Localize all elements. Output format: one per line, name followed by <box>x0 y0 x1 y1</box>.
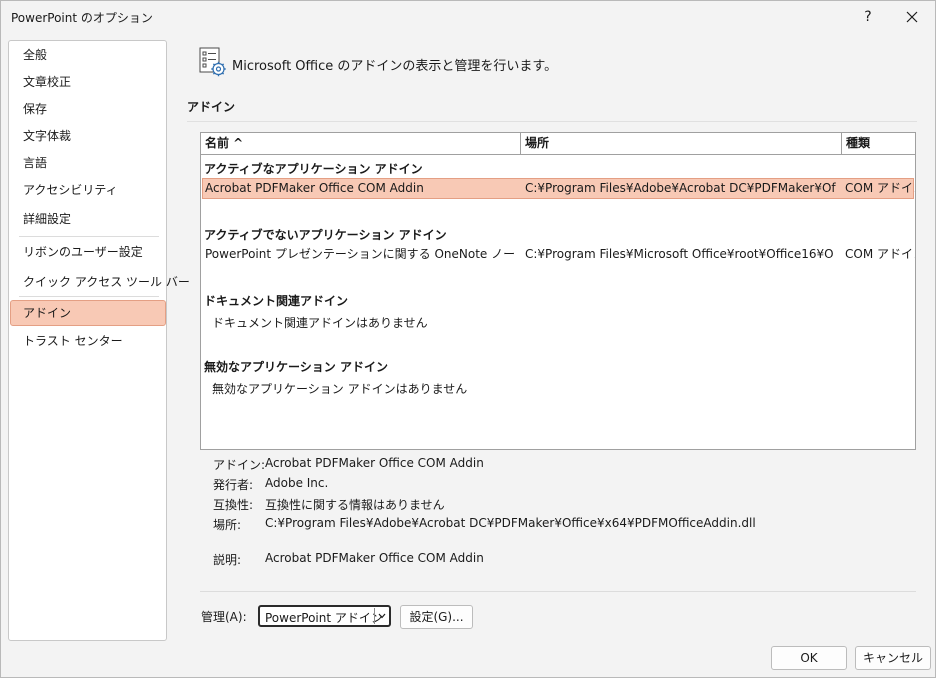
sidebar-item-label: 全般 <box>23 48 48 62</box>
cell-name: Acrobat PDFMaker Office COM Addin <box>205 181 424 195</box>
title-bar: PowerPoint のオプション ? <box>1 1 935 33</box>
manage-dropdown[interactable]: PowerPoint アドイン <box>258 605 391 627</box>
close-button[interactable] <box>890 1 934 33</box>
detail-value-description: Acrobat PDFMaker Office COM Addin <box>265 551 484 565</box>
manage-label: 管理(A): <box>201 610 247 624</box>
empty-message-document: ドキュメント関連アドインはありません <box>212 316 428 330</box>
detail-value-publisher: Adobe Inc. <box>265 476 329 490</box>
group-label-disabled: 無効なアプリケーション アドイン <box>204 360 388 374</box>
detail-value-addin: Acrobat PDFMaker Office COM Addin <box>265 456 484 470</box>
ok-button[interactable]: OK <box>771 646 847 670</box>
sidebar-item-label: 詳細設定 <box>23 212 72 226</box>
sidebar-item-save[interactable]: 保存 <box>10 96 166 122</box>
detail-label-compatibility: 互換性: <box>213 498 254 512</box>
manage-dropdown-value: PowerPoint アドイン <box>265 611 383 625</box>
addins-gear-icon <box>199 47 226 77</box>
sidebar-item-trust-center[interactable]: トラスト センター <box>10 328 166 354</box>
sidebar-item-label: クイック アクセス ツール バー <box>23 275 190 289</box>
detail-label-publisher: 発行者: <box>213 478 254 492</box>
table-row[interactable]: Acrobat PDFMaker Office COM Addin C:¥Pro… <box>202 178 915 199</box>
sidebar-item-label: 言語 <box>23 156 48 170</box>
section-title-addins: アドイン <box>187 100 236 114</box>
sidebar-item-label: リボンのユーザー設定 <box>23 245 143 259</box>
cell-location: C:¥Program Files¥Microsoft Office¥root¥O… <box>525 247 834 261</box>
cancel-button[interactable]: キャンセル <box>855 646 931 670</box>
sidebar-item-customize-ribbon[interactable]: リボンのユーザー設定 <box>10 239 166 265</box>
sidebar-item-label: アクセシビリティ <box>23 183 118 197</box>
sidebar-item-general[interactable]: 全般 <box>10 42 166 68</box>
detail-label-description: 説明: <box>213 553 242 567</box>
details-divider <box>200 591 916 592</box>
page-description: Microsoft Office のアドインの表示と管理を行います。 <box>232 59 558 74</box>
sidebar-item-accessibility[interactable]: アクセシビリティ <box>10 177 166 203</box>
window-title: PowerPoint のオプション <box>11 11 153 25</box>
sidebar-item-label: アドイン <box>23 306 72 320</box>
sidebar-item-label: 文字体裁 <box>23 129 72 143</box>
table-row[interactable]: PowerPoint プレゼンテーションに関する OneNote ノート C:¥… <box>202 245 915 266</box>
close-icon <box>906 11 918 23</box>
group-label-inactive: アクティブでないアプリケーション アドイン <box>204 228 447 242</box>
sidebar-item-addins[interactable]: アドイン <box>10 300 166 326</box>
addin-list[interactable]: 名前 ^ 場所 種類 アクティブなアプリケーション アドイン Acrobat P… <box>200 132 916 450</box>
empty-message-disabled: 無効なアプリケーション アドインはありません <box>212 382 468 396</box>
detail-label-addin: アドイン: <box>213 458 266 472</box>
sidebar-item-quick-access-toolbar[interactable]: クイック アクセス ツール バー <box>10 269 190 295</box>
sidebar-item-label: 文章校正 <box>23 75 72 89</box>
help-icon: ? <box>864 9 872 25</box>
sidebar-item-label: トラスト センター <box>23 334 123 348</box>
sidebar-item-label: 保存 <box>23 102 48 116</box>
column-header-name[interactable]: 名前 ^ <box>201 133 521 155</box>
sidebar-item-language[interactable]: 言語 <box>10 150 166 176</box>
cell-type: COM アドイン <box>845 181 915 195</box>
sidebar-divider <box>19 236 159 237</box>
column-header-type[interactable]: 種類 <box>842 133 915 155</box>
section-divider <box>187 121 917 122</box>
group-label-active: アクティブなアプリケーション アドイン <box>204 162 423 176</box>
go-button[interactable]: 設定(G)... <box>400 605 473 629</box>
detail-value-compatibility: 互換性に関する情報はありません <box>265 498 445 512</box>
sidebar-item-typography[interactable]: 文字体裁 <box>10 123 166 149</box>
group-label-document: ドキュメント関連アドイン <box>204 294 349 308</box>
chevron-down-icon[interactable] <box>374 608 388 624</box>
cell-location: C:¥Program Files¥Adobe¥Acrobat DC¥PDFMak… <box>525 181 836 195</box>
column-header-location[interactable]: 場所 <box>521 133 842 155</box>
sidebar-item-advanced[interactable]: 詳細設定 <box>10 206 166 232</box>
help-button[interactable]: ? <box>846 1 890 33</box>
detail-value-location: C:¥Program Files¥Adobe¥Acrobat DC¥PDFMak… <box>265 516 756 530</box>
sidebar-item-proofing[interactable]: 文章校正 <box>10 69 166 95</box>
cell-name: PowerPoint プレゼンテーションに関する OneNote ノート <box>205 247 519 261</box>
cell-type: COM アドイン <box>845 247 915 261</box>
options-dialog: PowerPoint のオプション ? 全般 文章校正 保存 文字体裁 言語 ア… <box>0 0 936 678</box>
sidebar-divider <box>19 296 159 297</box>
detail-label-location: 場所: <box>213 518 242 532</box>
category-sidebar: 全般 文章校正 保存 文字体裁 言語 アクセシビリティ 詳細設定 リボンのユーザ… <box>8 40 190 641</box>
